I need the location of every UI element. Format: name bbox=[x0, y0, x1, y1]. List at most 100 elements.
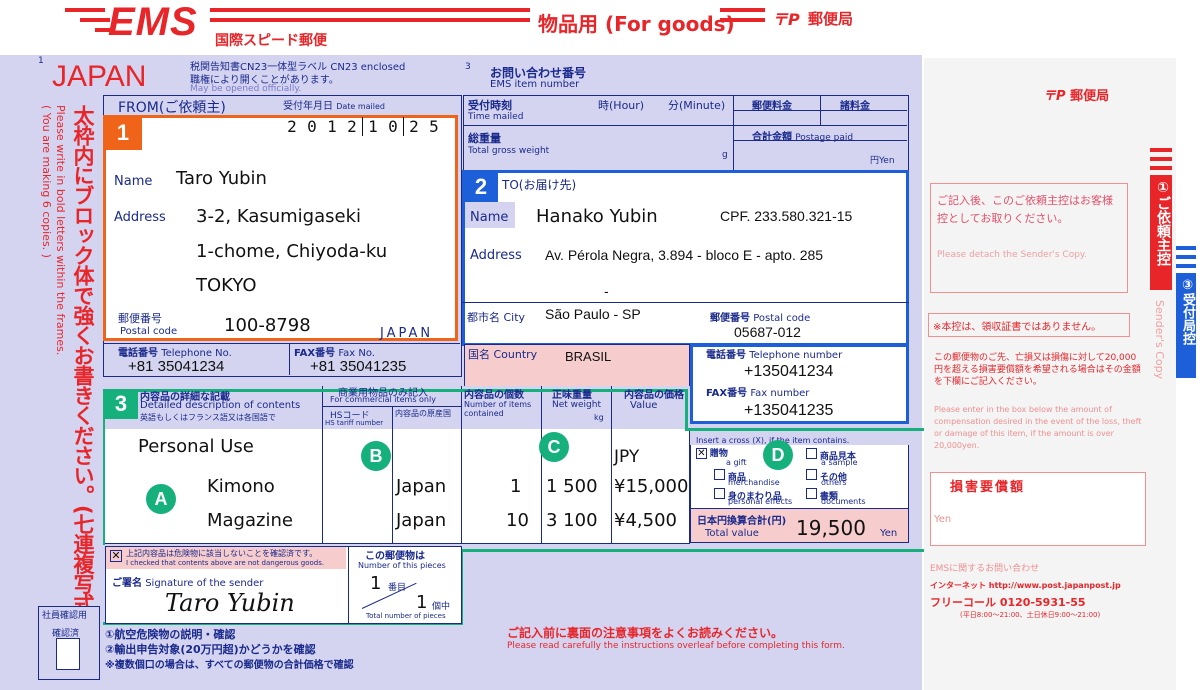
fee-label: 諸料金 bbox=[840, 101, 870, 112]
damage-yen: Yen bbox=[934, 514, 952, 525]
recipient-city[interactable]: São Paulo - SP bbox=[545, 306, 641, 322]
recipient-address-dash[interactable]: - bbox=[604, 283, 609, 299]
sender-fax[interactable]: +81 35041235 bbox=[310, 358, 406, 375]
section-1-marker: 1 bbox=[104, 116, 142, 150]
sender-fax-label: FAX番号 Fax No. bbox=[294, 348, 375, 359]
sender-highlight bbox=[103, 115, 458, 341]
currency[interactable]: JPY bbox=[614, 447, 639, 467]
sender-header: FROM(ご依頼主) bbox=[118, 100, 226, 116]
recipient-header: TO(お届け先) bbox=[502, 178, 577, 192]
item-desc[interactable]: Kimono bbox=[207, 476, 275, 497]
inquiry-label-en: EMS item number bbox=[490, 79, 580, 90]
declare-checkbox[interactable]: ✕ bbox=[110, 550, 122, 562]
item-count[interactable]: 1 bbox=[510, 476, 521, 497]
weight-col-unit: kg bbox=[594, 413, 604, 422]
post-logo-icon: 〒P bbox=[772, 10, 800, 29]
post-logo: 郵便局 bbox=[808, 10, 854, 28]
badge-d: D bbox=[763, 440, 793, 470]
badge-a: A bbox=[146, 484, 176, 514]
vertical-instructions-en2: ( You are making 6 copies. ) bbox=[40, 105, 53, 258]
recipient-name[interactable]: Hanako Yubin bbox=[536, 206, 658, 227]
damage-label: 損害要償額 bbox=[950, 480, 1026, 495]
copy-notice-en: Please detach the Sender's Copy. bbox=[937, 250, 1087, 260]
sender-tel-label: 電話番号 Telephone No. bbox=[118, 348, 232, 359]
recipient-postal[interactable]: 05687-012 bbox=[734, 324, 801, 340]
copy-notice: ご記入後、このご依頼主控はお客様控としてお取りください。 bbox=[937, 194, 1113, 225]
date-label: 受付年月日 Date mailed bbox=[283, 101, 385, 112]
recipient-tel-label: 電話番号 Telephone number bbox=[706, 350, 843, 361]
total-label: 合計金額 Postage paid bbox=[752, 132, 854, 143]
hour-label: 時(Hour) bbox=[598, 99, 645, 112]
note-1: ①航空危険物の説明・確認 bbox=[105, 628, 236, 641]
item-weight[interactable]: 3 100 bbox=[546, 510, 598, 531]
sign-label: ご署名 Signature of the sender bbox=[112, 578, 264, 589]
total-value-label-en: Total value bbox=[705, 528, 759, 539]
sender-country: JAPAN bbox=[380, 326, 434, 341]
ems-logo-sub: 国際スピード郵便 bbox=[215, 33, 327, 49]
item-count[interactable]: 10 bbox=[506, 510, 529, 531]
confirmed-stamp-box[interactable] bbox=[56, 638, 80, 670]
piece-total-unit: 個中 bbox=[432, 602, 451, 612]
recipient-city-label: 都市名 City bbox=[467, 311, 526, 324]
item-desc[interactable]: Magazine bbox=[207, 510, 293, 531]
vertical-instructions-en: Please write in bold letters within the … bbox=[54, 105, 67, 356]
sender-postal-label: 郵便番号 bbox=[118, 312, 162, 325]
recipient-address-label: Address bbox=[470, 248, 522, 263]
category-en: personal effects bbox=[728, 497, 793, 506]
piece-total-en: Total number of pieces bbox=[366, 612, 446, 620]
recipient-address[interactable]: Av. Pérola Negra, 3.894 - bloco E - apto… bbox=[545, 247, 823, 263]
sender-name-label: Name bbox=[114, 174, 153, 189]
piece-number[interactable]: 1 bbox=[370, 573, 381, 594]
count-label: 内容品の個数 bbox=[464, 390, 524, 401]
contents-heading[interactable]: Personal Use bbox=[138, 436, 254, 457]
badge-b: B bbox=[361, 441, 391, 471]
hs-label-en: HS tariff number bbox=[325, 419, 384, 427]
sender-address-line-3[interactable]: TOKYO bbox=[196, 275, 257, 296]
vertical-instructions-jp: 太枠内にブロック体で強くお書きください。(七連複写式です) bbox=[71, 105, 95, 663]
right-post-logo: 〒P 郵便局 bbox=[1043, 89, 1110, 104]
item-value[interactable]: ¥15,000 bbox=[614, 476, 688, 497]
sender-address-line-2[interactable]: 1-chome, Chiyoda-ku bbox=[196, 241, 387, 262]
recipient-cpf[interactable]: CPF. 233.580.321-15 bbox=[720, 208, 852, 224]
sender-tel[interactable]: +81 35041234 bbox=[128, 358, 224, 375]
sender-name[interactable]: Taro Yubin bbox=[176, 168, 267, 189]
value-col-label: 内容品の価格 bbox=[624, 390, 684, 401]
warning: ご記入前に裏面の注意事項をよくお読みください。 bbox=[507, 626, 784, 640]
tab-senders-copy-label: ①ご依頼主控 bbox=[1155, 180, 1171, 266]
weight-label: 総重量 bbox=[468, 132, 501, 145]
item-origin[interactable]: Japan bbox=[396, 476, 446, 497]
note-2: ②輸出申告対象(20万円超)かどうかを確認 bbox=[105, 643, 316, 656]
recipient-name-label: Name bbox=[470, 210, 509, 225]
recipient-tel[interactable]: +135041234 bbox=[744, 363, 833, 381]
damage-notice: この郵便物のご先、亡損又は損傷に対して20,000円を超える損害要償額を希望され… bbox=[934, 353, 1141, 387]
goods-label: 物品用 (For goods) bbox=[538, 12, 735, 36]
piece-total[interactable]: 1 bbox=[416, 592, 427, 613]
recipient-fax[interactable]: +135041235 bbox=[744, 402, 833, 420]
warning-en: Please read carefully the instructions o… bbox=[507, 641, 845, 651]
item-origin[interactable]: Japan bbox=[396, 510, 446, 531]
desc-label-en: Detailed description of contents bbox=[140, 400, 301, 411]
internet-label: インターネット http://www.post.japanpost.jp bbox=[930, 581, 1121, 590]
signature[interactable]: Taro Yubin bbox=[165, 589, 295, 617]
note-3: ※複数個口の場合は、すべての郵便物の合計価格で確認 bbox=[105, 660, 354, 671]
sender-postal[interactable]: 100-8798 bbox=[224, 315, 311, 336]
receipt-notice: ※本控は、領収証書ではありません。 bbox=[933, 322, 1102, 333]
origin-label: 内容品の原産国 bbox=[395, 409, 451, 418]
hours: (平日8:00〜21:00、土日休日9:00〜21:00) bbox=[960, 611, 1101, 619]
recipient-country-label: 国名 Country bbox=[468, 348, 538, 361]
contact-label: EMSに関するお問い合わせ bbox=[930, 564, 1040, 574]
sender-postal-label-en: Postal code bbox=[120, 326, 178, 337]
desc-label-2: 英語もしくはフランス語又は各国語で bbox=[140, 413, 276, 422]
pieces-label: この郵便物は bbox=[365, 551, 425, 562]
declare-label: 上記内容品は危険物に該当しないことを確認済です。 bbox=[126, 549, 318, 558]
minute-label: 分(Minute) bbox=[668, 99, 726, 112]
total-value[interactable]: 19,500 bbox=[796, 516, 866, 540]
declare-label-en: I checked that contents above are not da… bbox=[126, 559, 325, 567]
section-3-marker: 3 bbox=[104, 389, 138, 419]
item-weight[interactable]: 1 500 bbox=[546, 476, 598, 497]
ems-logo: EMS bbox=[108, 0, 198, 44]
recipient-country[interactable]: BRASIL bbox=[565, 349, 611, 364]
sender-address-line-1[interactable]: 3-2, Kasumigaseki bbox=[196, 206, 361, 227]
category-checkbox[interactable]: ✕ 贈物 bbox=[696, 448, 728, 459]
item-value[interactable]: ¥4,500 bbox=[614, 510, 677, 531]
